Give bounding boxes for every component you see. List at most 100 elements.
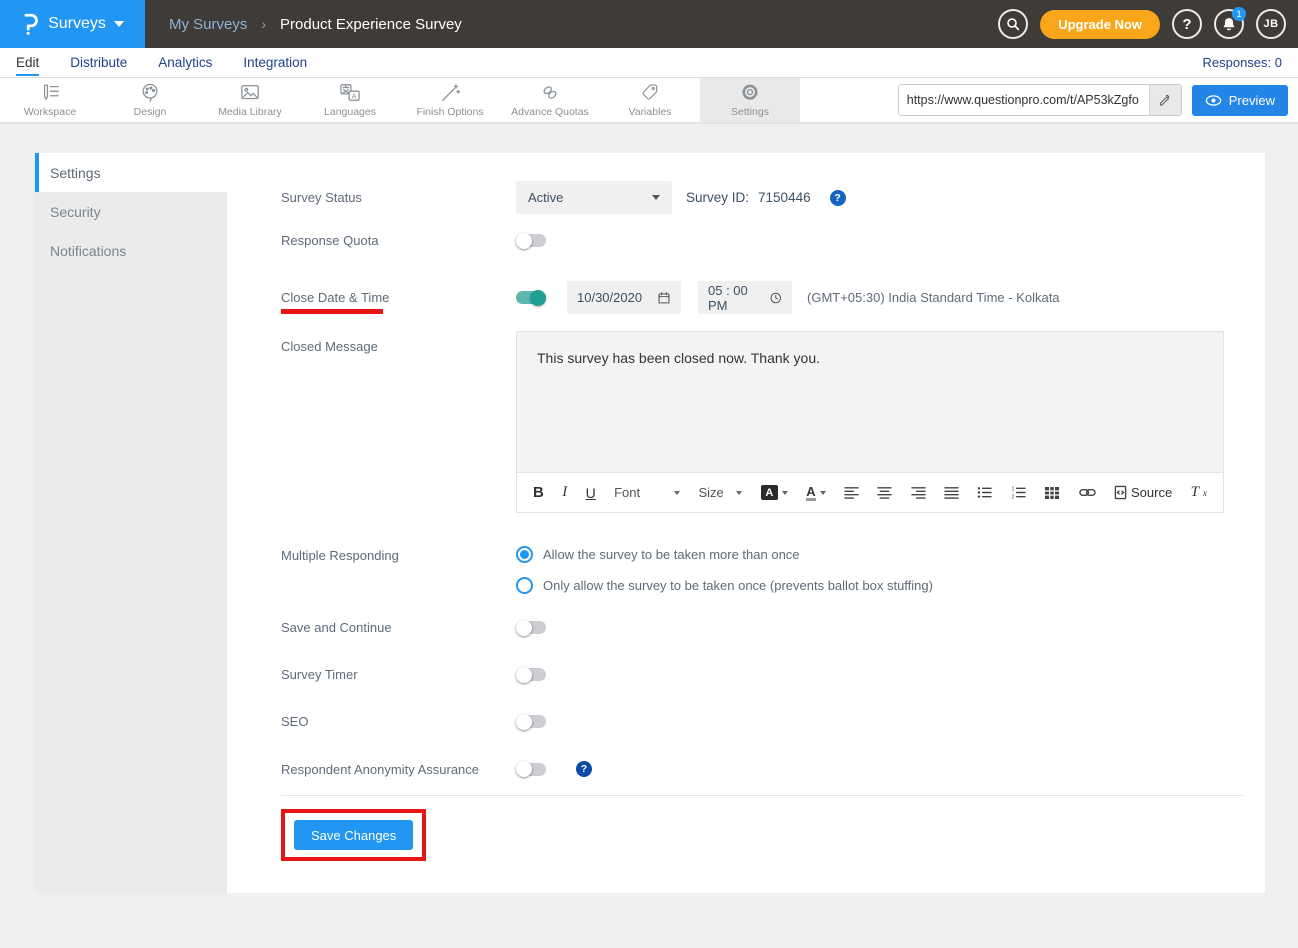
settings-form: Survey Status Active Survey ID: 7150446 …: [227, 153, 1265, 893]
upgrade-now-button[interactable]: Upgrade Now: [1040, 10, 1160, 39]
closed-message-text[interactable]: This survey has been closed now. Thank y…: [517, 332, 1223, 472]
settings-panel: Settings Security Notifications Survey S…: [35, 153, 1265, 893]
align-right-icon: [911, 486, 926, 499]
close-date-time-toggle[interactable]: [516, 291, 546, 304]
insert-table-button[interactable]: [1044, 486, 1060, 500]
save-changes-button[interactable]: Save Changes: [294, 820, 413, 850]
response-quota-label: Response Quota: [281, 233, 516, 248]
toolbar-item-label: Media Library: [218, 106, 282, 118]
tab-edit[interactable]: Edit: [16, 50, 39, 76]
table-icon: [1044, 486, 1060, 500]
align-right-button[interactable]: [911, 486, 926, 499]
toolbar-item-workspace[interactable]: Workspace: [0, 78, 100, 122]
sidebar-item-settings[interactable]: Settings: [35, 153, 227, 192]
form-divider: [281, 795, 1243, 796]
survey-timer-label: Survey Timer: [281, 667, 516, 682]
toolbar-item-finish-options[interactable]: Finish Options: [400, 78, 500, 122]
toolbar-item-label: Advance Quotas: [511, 106, 589, 118]
survey-status-label: Survey Status: [281, 190, 516, 205]
font-dropdown[interactable]: Font: [614, 485, 680, 500]
toolbar-item-label: Workspace: [24, 106, 76, 118]
align-left-icon: [844, 486, 859, 499]
toolbar-item-advance-quotas[interactable]: Advance Quotas: [500, 78, 600, 122]
toolbar-item-design[interactable]: Design: [100, 78, 200, 122]
calendar-icon: [657, 291, 671, 305]
insert-link-button[interactable]: [1079, 487, 1096, 498]
search-icon: [1005, 16, 1021, 32]
seo-label: SEO: [281, 714, 516, 729]
breadcrumb-current-survey: Product Experience Survey: [280, 16, 462, 33]
questionpro-logo-icon: [21, 12, 40, 36]
tab-distribute[interactable]: Distribute: [70, 50, 127, 76]
survey-status-row: Survey Status Active Survey ID: 7150446 …: [281, 181, 1265, 214]
notification-badge: 1: [1232, 7, 1246, 21]
translate-icon: A: [339, 83, 361, 103]
respondent-anonymity-help-icon[interactable]: ?: [576, 761, 592, 777]
align-justify-button[interactable]: [944, 486, 959, 499]
remove-format-button[interactable]: Tx: [1191, 484, 1207, 501]
text-color-button[interactable]: A: [806, 485, 825, 501]
magic-wand-icon: [439, 83, 461, 103]
toolbar-item-label: Finish Options: [416, 106, 483, 118]
user-avatar[interactable]: JB: [1256, 9, 1286, 39]
chain-link-icon: [539, 83, 561, 103]
tab-integration[interactable]: Integration: [243, 50, 307, 76]
survey-timer-toggle[interactable]: [516, 668, 546, 681]
close-date-time-row: Close Date & Time 10/30/2020 05 : 00 PM: [281, 281, 1265, 314]
bullet-list-button[interactable]: [977, 486, 992, 499]
toolbar-item-label: Variables: [629, 106, 672, 118]
italic-button[interactable]: I: [562, 484, 567, 501]
bold-button[interactable]: B: [533, 484, 544, 501]
respondent-anonymity-toggle[interactable]: [516, 763, 546, 776]
close-time-field[interactable]: 05 : 00 PM: [698, 281, 792, 314]
tab-analytics[interactable]: Analytics: [158, 50, 212, 76]
save-and-continue-toggle[interactable]: [516, 621, 546, 634]
radio-allow-multiple[interactable]: Allow the survey to be taken more than o…: [516, 546, 933, 563]
app-logo[interactable]: Surveys: [0, 0, 145, 48]
underline-button[interactable]: U: [586, 485, 596, 501]
editor-toolbar: B I U Font Size A A: [517, 472, 1223, 512]
sidebar-item-notifications[interactable]: Notifications: [35, 231, 227, 270]
align-center-button[interactable]: [877, 486, 892, 499]
multiple-responding-row: Multiple Responding Allow the survey to …: [281, 546, 1265, 594]
chevron-down-icon: [652, 195, 660, 200]
preview-label: Preview: [1229, 93, 1275, 108]
toolbar-item-languages[interactable]: A Languages: [300, 78, 400, 122]
sidebar-item-security[interactable]: Security: [35, 192, 227, 231]
help-button[interactable]: ?: [1172, 9, 1202, 39]
seo-toggle[interactable]: [516, 715, 546, 728]
toolbar-item-label: Settings: [731, 106, 769, 118]
gear-icon: [739, 83, 761, 103]
search-button[interactable]: [998, 9, 1028, 39]
tag-icon: [639, 83, 661, 103]
survey-url-input[interactable]: [899, 85, 1149, 115]
breadcrumb: My Surveys › Product Experience Survey: [169, 16, 462, 33]
pencil-icon: [1158, 93, 1172, 107]
clock-icon: [769, 291, 782, 305]
edit-url-button[interactable]: [1149, 85, 1181, 115]
chevron-down-icon: [782, 491, 788, 495]
radio-only-once[interactable]: Only allow the survey to be taken once (…: [516, 577, 933, 594]
align-left-button[interactable]: [844, 486, 859, 499]
timezone-text: (GMT+05:30) India Standard Time - Kolkat…: [807, 290, 1060, 305]
toolbar-item-settings[interactable]: Settings: [700, 78, 800, 122]
response-quota-toggle[interactable]: [516, 234, 546, 247]
survey-status-select[interactable]: Active: [516, 181, 672, 214]
toolbar-item-media-library[interactable]: Media Library: [200, 78, 300, 122]
multiple-responding-label: Multiple Responding: [281, 546, 516, 563]
toolbar-item-variables[interactable]: Variables: [600, 78, 700, 122]
breadcrumb-my-surveys[interactable]: My Surveys: [169, 16, 247, 33]
close-date-field[interactable]: 10/30/2020: [567, 281, 681, 314]
notifications-button[interactable]: 1: [1214, 9, 1244, 39]
closed-message-row: Closed Message This survey has been clos…: [281, 331, 1265, 513]
source-button[interactable]: Source: [1114, 485, 1172, 500]
survey-id-help-icon[interactable]: ?: [830, 190, 846, 206]
size-dropdown[interactable]: Size: [698, 485, 742, 500]
eye-icon: [1205, 94, 1222, 107]
numbered-list-button[interactable]: 12: [1011, 486, 1026, 499]
background-color-button[interactable]: A: [761, 485, 788, 500]
settings-sidebar: Settings Security Notifications: [35, 153, 227, 893]
chevron-down-icon: [114, 21, 124, 27]
preview-button[interactable]: Preview: [1192, 85, 1288, 116]
closed-message-label: Closed Message: [281, 331, 516, 354]
